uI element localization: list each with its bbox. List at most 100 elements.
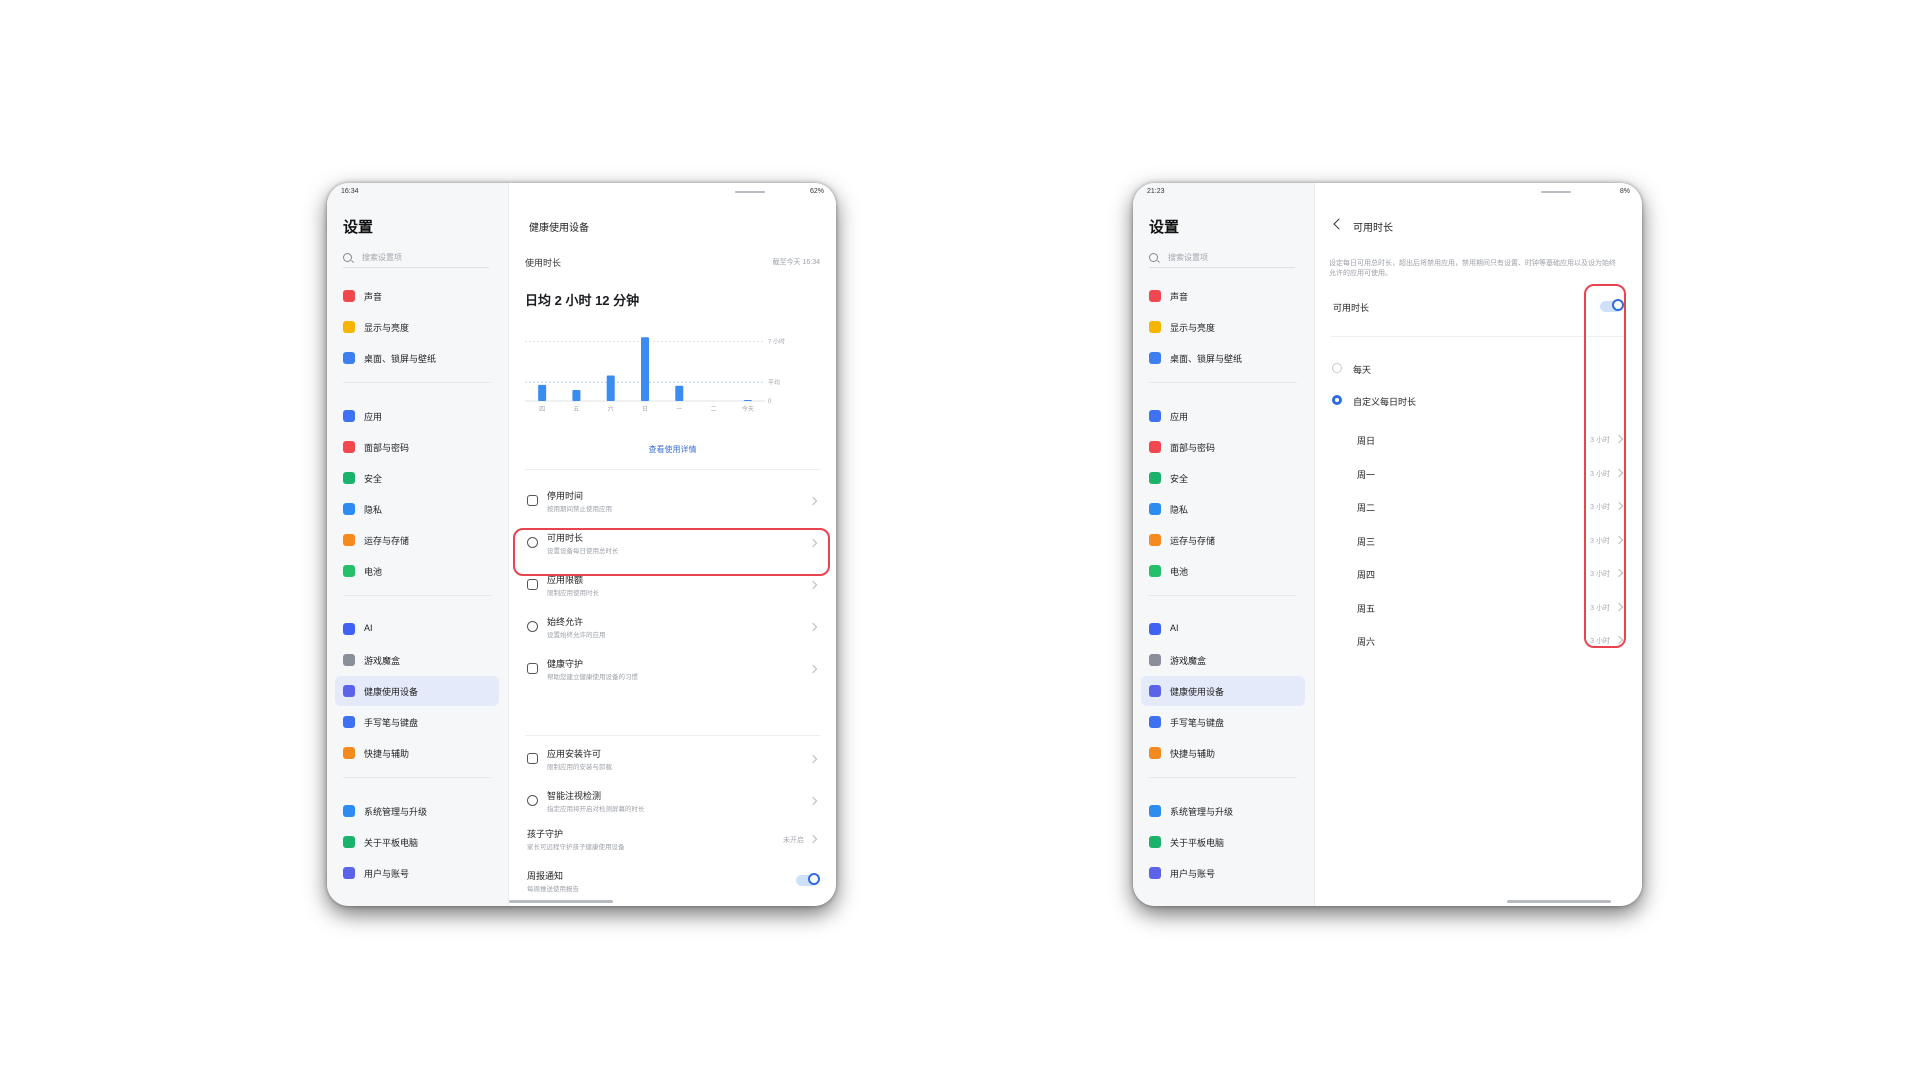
day-row[interactable]: 周三 3 小时: [1331, 524, 1626, 558]
sidebar-item-storage[interactable]: 运存与存储: [335, 525, 499, 555]
day-row[interactable]: 周五 3 小时: [1331, 591, 1626, 625]
sidebar-item-pen[interactable]: 手写笔与键盘: [335, 707, 499, 737]
sidebar-item-info[interactable]: 关于平板电脑: [1141, 827, 1305, 857]
health-usage-panel: 62% 健康使用设备 使用时长 截至今天 16:34 日均 2 小时 12 分钟…: [509, 183, 836, 906]
weekly-report-row[interactable]: 周报通知 每周推送使用报告: [525, 865, 820, 899]
child-guard-row[interactable]: 孩子守护 家长可远程守护孩子健康使用设备 未开启: [525, 823, 820, 857]
day-row[interactable]: 周日 3 小时: [1331, 423, 1626, 457]
child-guard-title: 孩子守护: [527, 829, 564, 839]
settings-row[interactable]: 健康守护 帮助您建立健康使用设备的习惯: [525, 653, 820, 687]
usage-bar-chart[interactable]: 7 小时平均 0 四 五 六 日 一 二 今天: [525, 333, 825, 428]
chevron-right-icon: [1614, 468, 1624, 477]
sidebar-item-label: 用户与账号: [1170, 869, 1216, 879]
sidebar-item-user[interactable]: 用户与账号: [335, 858, 499, 888]
status-time: 21:23: [1147, 188, 1165, 195]
sidebar-item-system[interactable]: 系统管理与升级: [1141, 796, 1305, 826]
window-handle[interactable]: [1541, 191, 1571, 193]
day-row[interactable]: 周六 3 小时: [1331, 624, 1626, 658]
sidebar-item-privacy[interactable]: 隐私: [335, 494, 499, 524]
sidebar-item-label: 声音: [1170, 292, 1189, 302]
hourglass-icon: [343, 685, 355, 697]
grid-icon: [527, 579, 538, 590]
sidebar-item-hourglass[interactable]: 健康使用设备: [1141, 676, 1305, 706]
search-icon: [343, 253, 352, 262]
sidebar-item-ai[interactable]: AI: [1141, 614, 1305, 644]
sidebar-item-user[interactable]: 用户与账号: [1141, 858, 1305, 888]
sidebar-item-label: 显示与亮度: [1170, 323, 1216, 333]
sidebar-item-hourglass[interactable]: 健康使用设备: [335, 676, 499, 706]
day-row[interactable]: 周二 3 小时: [1331, 490, 1626, 524]
storage-icon: [1149, 534, 1161, 546]
day-label: 周二: [1357, 503, 1376, 513]
sidebar-item-shortcut[interactable]: 快捷与辅助: [335, 738, 499, 768]
row-subtitle: 设置设备每日使用总时长: [547, 548, 619, 555]
sidebar-item-face[interactable]: 面部与密码: [1141, 432, 1305, 462]
sidebar-item-wallpaper[interactable]: 桌面、锁屏与壁纸: [335, 343, 499, 373]
back-arrow-icon[interactable]: [1333, 218, 1345, 230]
view-details-link[interactable]: 查看使用详情: [509, 444, 836, 455]
sidebar-item-label: 关于平板电脑: [364, 838, 419, 848]
day-duration: 3 小时: [1590, 470, 1610, 478]
sidebar-item-sun[interactable]: 显示与亮度: [1141, 312, 1305, 342]
settings-row[interactable]: 停用时间 按用期间禁止使用应用: [525, 485, 820, 519]
settings-row[interactable]: 智能注视检测 指定应用将开启对检测屏幕的时长: [525, 785, 820, 819]
sidebar-item-pen[interactable]: 手写笔与键盘: [1141, 707, 1305, 737]
sidebar-item-storage[interactable]: 运存与存储: [1141, 525, 1305, 555]
sidebar-item-label: 安全: [1170, 474, 1189, 484]
day-row[interactable]: 周四 3 小时: [1331, 557, 1626, 591]
allow-icon: [527, 621, 538, 632]
sidebar-item-label: 应用: [1170, 412, 1189, 422]
sidebar-item-gamepad[interactable]: 游戏魔盒: [335, 645, 499, 675]
weekly-report-toggle[interactable]: [796, 873, 820, 886]
chevron-right-icon: [1614, 501, 1624, 511]
row-title: 应用限额: [547, 575, 584, 585]
sidebar-item-battery[interactable]: 电池: [1141, 556, 1305, 586]
sidebar-item-speaker[interactable]: 声音: [335, 281, 499, 311]
sidebar-item-label: 运存与存储: [1170, 536, 1216, 546]
settings-row[interactable]: 应用限额 限制应用使用时长: [525, 569, 820, 603]
radio-everyday[interactable]: [1332, 363, 1342, 373]
sidebar-item-shortcut[interactable]: 快捷与辅助: [1141, 738, 1305, 768]
search-input[interactable]: 搜索设置项: [1149, 251, 1295, 268]
sidebar-item-ai[interactable]: AI: [335, 614, 499, 644]
row-subtitle: 限制应用的安装与卸载: [547, 764, 612, 771]
sidebar-item-label: 面部与密码: [364, 443, 410, 453]
settings-row[interactable]: 可用时长设置设备每日使用总时长: [525, 527, 820, 561]
settings-title: 设置: [1149, 219, 1180, 236]
sidebar-item-info[interactable]: 关于平板电脑: [335, 827, 499, 857]
sidebar-item-shield[interactable]: 安全: [1141, 463, 1305, 493]
sidebar-item-apps[interactable]: 应用: [1141, 401, 1305, 431]
sidebar-item-label: 用户与账号: [364, 869, 410, 879]
row-title: 始终允许: [547, 617, 584, 627]
sidebar-item-shield[interactable]: 安全: [335, 463, 499, 493]
screen-time-toggle[interactable]: [1600, 299, 1624, 312]
sidebar-item-face[interactable]: 面部与密码: [335, 432, 499, 462]
chevron-right-icon: [808, 496, 818, 506]
x-tick-label: 一: [676, 407, 682, 413]
day-duration: 3 小时: [1590, 437, 1610, 444]
sidebar-item-label: 关于平板电脑: [1170, 838, 1225, 848]
radio-custom-daily[interactable]: [1332, 395, 1342, 405]
settings-row[interactable]: 始终允许 设置始终允许的应用: [525, 611, 820, 645]
sidebar-item-system[interactable]: 系统管理与升级: [335, 796, 499, 826]
wallpaper-icon: [343, 352, 355, 364]
sidebar-item-apps[interactable]: 应用: [335, 401, 499, 431]
settings-row[interactable]: 应用安装许可 限制应用的安装与卸载: [525, 743, 820, 777]
settings-sidebar: 21:23 设置 搜索设置项 声音显示与亮度桌面、锁屏与壁纸应用面部与密码安全隐…: [1133, 183, 1315, 906]
x-tick-label: 今天: [742, 405, 754, 413]
screen-time-panel: 8% 可用时长 设定每日可用总时长，超出后将禁用应用，禁用期间只有设置、时钟等基…: [1315, 183, 1642, 906]
sidebar-item-wallpaper[interactable]: 桌面、锁屏与壁纸: [1141, 343, 1305, 373]
sidebar-item-battery[interactable]: 电池: [335, 556, 499, 586]
x-tick-label: 二: [711, 407, 717, 413]
screen-time-toggle-row[interactable]: 可用时长: [1331, 291, 1626, 325]
sidebar-item-gamepad[interactable]: 游戏魔盒: [1141, 645, 1305, 675]
search-input[interactable]: 搜索设置项: [343, 251, 489, 268]
day-row[interactable]: 周一 3 小时: [1331, 457, 1626, 491]
sidebar-item-label: 电池: [364, 567, 383, 577]
window-handle[interactable]: [735, 191, 765, 193]
toggle-knob: [1612, 299, 1624, 311]
sidebar-item-sun[interactable]: 显示与亮度: [335, 312, 499, 342]
sidebar-item-speaker[interactable]: 声音: [1141, 281, 1305, 311]
row-title: 可用时长: [547, 533, 584, 543]
sidebar-item-privacy[interactable]: 隐私: [1141, 494, 1305, 524]
